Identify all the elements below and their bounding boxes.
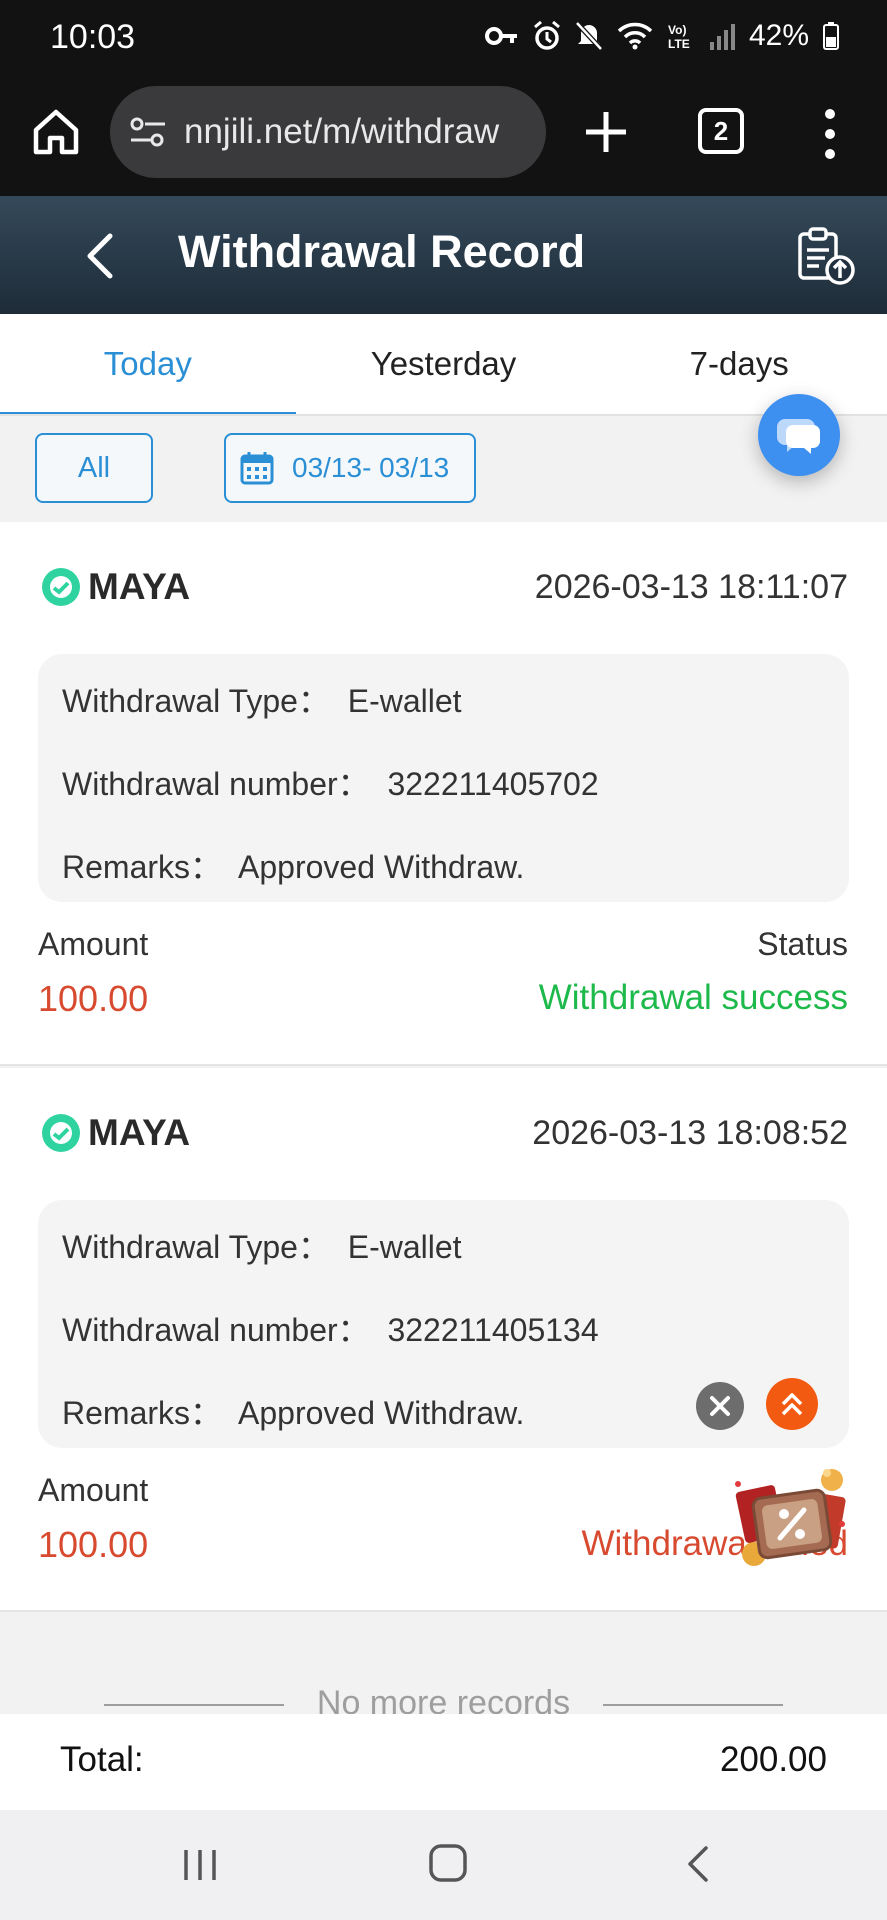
record-details: Withdrawal Type： E-wallet Withdrawal num… xyxy=(38,654,849,902)
home-icon[interactable] xyxy=(30,106,82,158)
filter-row: All 03/13- 03/13 xyxy=(0,416,887,522)
divider-line xyxy=(603,1704,783,1706)
tab-today[interactable]: Today xyxy=(0,314,296,416)
remarks: Remarks： Approved Withdraw. xyxy=(62,1395,525,1431)
mute-icon xyxy=(575,21,603,51)
status-bar: 10:03 Vo) LTE 42% xyxy=(0,0,887,78)
calendar-icon xyxy=(240,452,274,485)
record-time: 2026-03-13 18:11:07 xyxy=(534,568,848,606)
total-value: 200.00 xyxy=(719,1740,827,1779)
svg-text:Vo): Vo) xyxy=(668,23,686,37)
total-label: Total: xyxy=(60,1740,144,1779)
home-nav-icon[interactable] xyxy=(428,1842,468,1884)
status-time: 10:03 xyxy=(50,18,136,56)
remarks: Remarks： Approved Withdraw. xyxy=(62,849,525,885)
app-header: Withdrawal Record xyxy=(0,196,887,314)
chat-support-button[interactable] xyxy=(758,394,840,476)
no-more-records: No more records xyxy=(0,1614,887,1722)
tab-switcher-button[interactable]: 2 xyxy=(698,108,744,154)
recents-icon[interactable] xyxy=(180,1846,220,1884)
new-tab-icon[interactable] xyxy=(578,104,634,160)
record-divider xyxy=(0,1064,887,1066)
payment-method: MAYA xyxy=(88,1112,191,1153)
volte-icon: Vo)LTE xyxy=(668,23,690,51)
battery-percent: 42% xyxy=(748,19,809,52)
system-nav-bar xyxy=(0,1810,887,1920)
wifi-icon xyxy=(617,22,653,50)
maya-logo-icon xyxy=(42,1114,80,1152)
payment-method: MAYA xyxy=(88,566,191,607)
record-time: 2026-03-13 18:08:52 xyxy=(532,1114,848,1152)
total-bar: Total: 200.00 xyxy=(0,1714,887,1810)
battery-icon xyxy=(823,22,839,50)
status-value: Withdrawal success xyxy=(538,978,848,1017)
promo-gift-icon[interactable] xyxy=(732,1464,850,1570)
amount-label: Amount xyxy=(38,1472,149,1508)
alarm-icon xyxy=(533,21,560,50)
maya-logo-icon xyxy=(42,568,80,606)
browser-toolbar: nnjili.net/m/withdraw 2 xyxy=(0,78,887,196)
svg-text:LTE: LTE xyxy=(668,37,690,51)
url-text[interactable]: nnjili.net/m/withdraw xyxy=(184,112,499,152)
close-icon xyxy=(710,1396,730,1416)
date-tabs: Today Yesterday 7-days xyxy=(0,314,887,416)
back-icon[interactable] xyxy=(80,230,120,282)
withdrawal-type: Withdrawal Type： E-wallet xyxy=(62,683,462,719)
status-icons: Vo) LTE 42% xyxy=(484,16,839,56)
record-divider xyxy=(0,1610,887,1612)
filter-all-button[interactable]: All xyxy=(35,433,153,503)
date-range-picker[interactable]: 03/13- 03/13 xyxy=(224,433,476,503)
page-title: Withdrawal Record xyxy=(178,226,586,277)
tab-7-days[interactable]: 7-days xyxy=(591,314,887,416)
scroll-up-button[interactable] xyxy=(766,1378,818,1430)
tab-yesterday[interactable]: Yesterday xyxy=(296,314,592,416)
signal-icon xyxy=(709,24,735,50)
amount-value: 100.00 xyxy=(38,978,149,1019)
amount-label: Amount xyxy=(38,926,149,962)
record-upload-icon[interactable] xyxy=(796,226,856,286)
status-label: Status xyxy=(757,926,848,962)
back-nav-icon[interactable] xyxy=(684,1844,712,1884)
vpn-key-icon xyxy=(484,27,517,45)
withdrawal-type: Withdrawal Type： E-wallet xyxy=(62,1229,462,1265)
withdrawal-record: MAYA 2026-03-13 18:11:07 Withdrawal Type… xyxy=(0,522,887,1066)
double-chevron-up-icon xyxy=(781,1393,803,1416)
amount-value: 100.00 xyxy=(38,1524,149,1565)
withdrawal-number: Withdrawal number： 322211405134 xyxy=(62,1312,599,1348)
close-promo-button[interactable] xyxy=(696,1382,744,1430)
address-bar[interactable]: nnjili.net/m/withdraw xyxy=(110,86,546,178)
chat-bubble-icon xyxy=(777,419,820,454)
more-menu-icon[interactable] xyxy=(818,106,842,162)
date-range-text: 03/13- 03/13 xyxy=(292,452,450,483)
site-settings-icon[interactable] xyxy=(128,112,168,152)
withdrawal-number: Withdrawal number： 322211405702 xyxy=(62,766,599,802)
